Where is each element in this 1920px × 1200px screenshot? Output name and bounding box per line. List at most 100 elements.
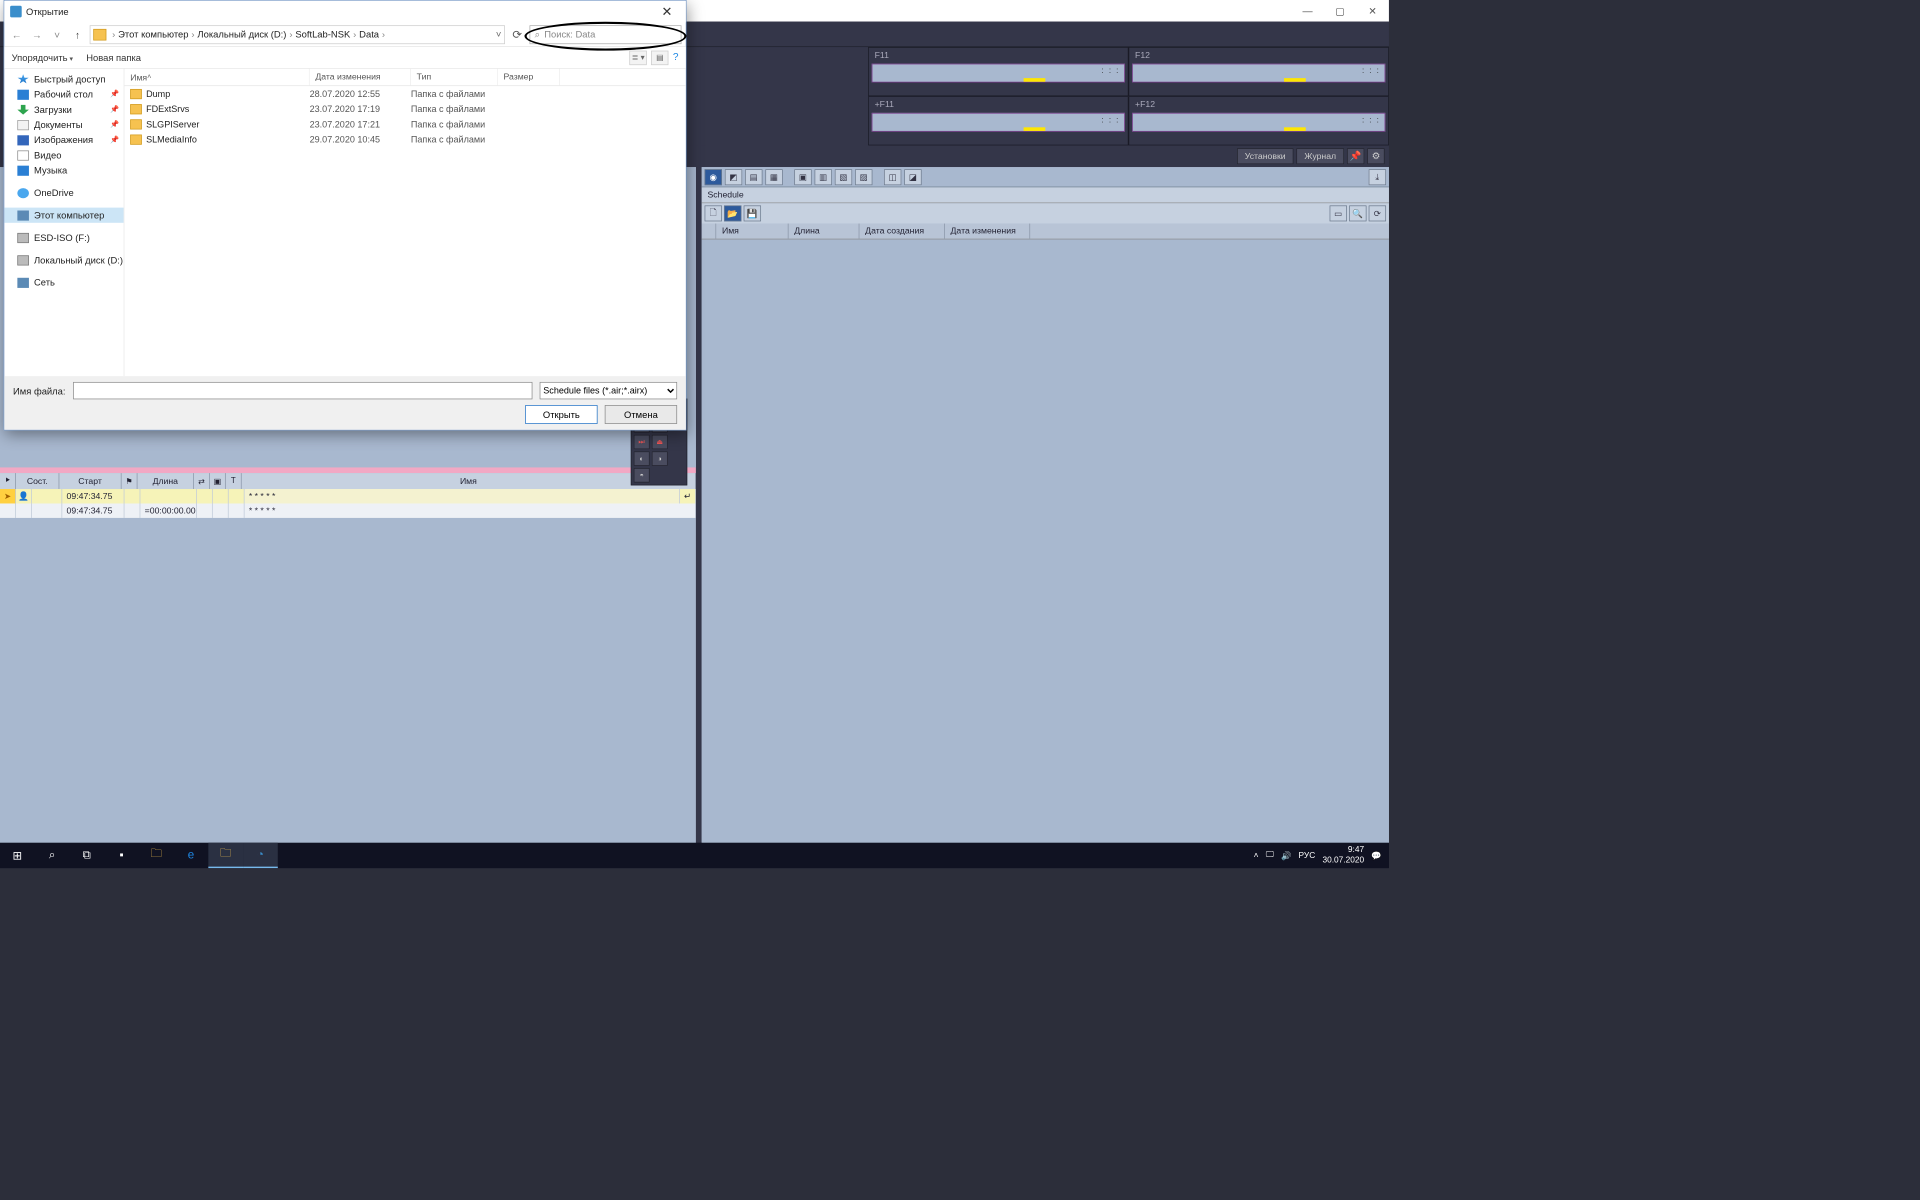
app-maximize-button[interactable]: ▢ bbox=[1324, 0, 1357, 22]
tl-col-flag1[interactable]: ⚑ bbox=[122, 473, 138, 489]
skip-icon[interactable]: ⏭ bbox=[634, 435, 650, 449]
filetype-select[interactable]: Schedule files (*.air;*.airx) bbox=[540, 382, 677, 399]
list-row[interactable]: SLMediaInfo29.07.2020 10:45Папка с файла… bbox=[124, 132, 685, 147]
taskbar-app-icon[interactable]: ◔ bbox=[243, 843, 278, 868]
tree-item[interactable]: Музыка bbox=[4, 163, 123, 178]
tree-item[interactable]: Документы📌 bbox=[4, 117, 123, 132]
tree-item[interactable]: ESD-ISO (F:) bbox=[4, 230, 123, 245]
f11-cell[interactable]: F11 bbox=[868, 47, 1128, 96]
tl-col-start[interactable]: Старт bbox=[59, 473, 121, 489]
taskbar-search-icon[interactable]: ⌕ bbox=[35, 843, 70, 868]
schedule-col-modified[interactable]: Дата изменения bbox=[945, 224, 1030, 239]
crumb-dropdown-icon[interactable]: ˅ bbox=[496, 29, 501, 40]
app-close-button[interactable]: ✕ bbox=[1356, 0, 1389, 22]
schedule-col-name[interactable]: Имя bbox=[716, 224, 788, 239]
pf12-cell[interactable]: +F12 bbox=[1129, 96, 1389, 145]
sched-tool2-icon[interactable]: ▥ bbox=[815, 169, 832, 185]
tree-item[interactable]: Быстрый доступ bbox=[4, 72, 123, 87]
tree-item[interactable]: Сеть bbox=[4, 275, 123, 290]
sched-collapse-icon[interactable]: ⤓ bbox=[1369, 169, 1386, 185]
tray-monitor-icon[interactable]: 🖵 bbox=[1266, 851, 1274, 860]
tl-col-name[interactable]: Имя bbox=[242, 473, 696, 489]
nav-forward-button[interactable]: → bbox=[29, 26, 45, 42]
dialog-titlebar[interactable]: Открытие ✕ bbox=[4, 1, 685, 23]
newfolder-button[interactable]: Новая папка bbox=[86, 52, 141, 63]
pf11-clip-bar[interactable] bbox=[872, 113, 1125, 132]
f11-clip-bar[interactable] bbox=[872, 64, 1125, 83]
sched-tool1-icon[interactable]: ▣ bbox=[794, 169, 811, 185]
journal-button[interactable]: Журнал bbox=[1296, 148, 1344, 164]
sched-view4-icon[interactable]: ▦ bbox=[765, 169, 782, 185]
tl-row-return-icon[interactable]: ↵ bbox=[680, 489, 696, 503]
task-view-icon[interactable]: ⧉ bbox=[69, 843, 104, 868]
nav-back-button[interactable]: ← bbox=[9, 26, 25, 42]
tl-col-t-icon[interactable]: T bbox=[226, 473, 242, 489]
list-row[interactable]: Dump28.07.2020 12:55Папка с файлами bbox=[124, 86, 685, 101]
taskbar-explorer-icon[interactable]: 🗀 bbox=[139, 843, 174, 868]
sched-new-icon[interactable]: 🗋 bbox=[705, 205, 722, 221]
tl-col-status[interactable]: Сост. bbox=[16, 473, 59, 489]
tray-volume-icon[interactable]: 🔊 bbox=[1281, 850, 1291, 860]
misc2-icon[interactable]: ◑ bbox=[652, 451, 668, 465]
start-button[interactable]: ⊞ bbox=[0, 843, 35, 868]
pf12-clip-bar[interactable] bbox=[1132, 113, 1385, 132]
list-row[interactable]: FDExtSrvs23.07.2020 17:19Папка с файлами bbox=[124, 101, 685, 116]
view-mode-button[interactable]: ≣ ▾ bbox=[630, 50, 647, 64]
settings-button[interactable]: Установки bbox=[1237, 148, 1294, 164]
pf11-cell[interactable]: +F11 bbox=[868, 96, 1128, 145]
tree-item[interactable]: Загрузки📌 bbox=[4, 102, 123, 117]
f12-cell[interactable]: F12 bbox=[1129, 47, 1389, 96]
sched-open-icon[interactable]: 📂 bbox=[724, 205, 741, 221]
col-type[interactable]: Тип bbox=[411, 69, 498, 86]
sched-view2-icon[interactable]: ◩ bbox=[725, 169, 742, 185]
sched-search-icon[interactable]: 🔍 bbox=[1349, 205, 1366, 221]
list-row[interactable]: SLGPIServer23.07.2020 17:21Папка с файла… bbox=[124, 116, 685, 131]
schedule-col-length[interactable]: Длина bbox=[789, 224, 860, 239]
gear-icon[interactable]: ⚙ bbox=[1367, 148, 1384, 164]
col-size[interactable]: Размер bbox=[498, 69, 560, 86]
tl-col-length[interactable]: Длина bbox=[137, 473, 193, 489]
col-name[interactable]: Имя bbox=[124, 69, 309, 86]
taskbar-edge-icon[interactable]: e bbox=[174, 843, 209, 868]
sched-view1-icon[interactable]: ◉ bbox=[705, 169, 722, 185]
tree-item[interactable]: Изображения📌 bbox=[4, 132, 123, 147]
dialog-close-button[interactable]: ✕ bbox=[654, 4, 680, 19]
sched-refresh-icon[interactable]: ⟳ bbox=[1369, 205, 1386, 221]
preview-pane-button[interactable]: ▤ bbox=[651, 50, 668, 64]
misc1-icon[interactable]: ◐ bbox=[634, 451, 650, 465]
tray-clock[interactable]: 9:47 30.07.2020 bbox=[1322, 845, 1364, 865]
eject-icon[interactable]: ⏏ bbox=[652, 435, 668, 449]
col-date[interactable]: Дата изменения bbox=[310, 69, 411, 86]
tree-item[interactable]: OneDrive bbox=[4, 185, 123, 200]
tree-item[interactable]: Видео bbox=[4, 148, 123, 163]
pin-icon[interactable]: 📌 bbox=[1347, 148, 1364, 164]
tree-item[interactable]: Этот компьютер bbox=[4, 208, 123, 223]
tl-col-play-icon[interactable]: ▣ bbox=[210, 473, 226, 489]
sched-tool6-icon[interactable]: ◪ bbox=[904, 169, 921, 185]
sched-page-icon[interactable]: ▭ bbox=[1330, 205, 1347, 221]
breadcrumb[interactable]: › Этот компьютер › Локальный диск (D:) ›… bbox=[90, 25, 505, 44]
timeline-row[interactable]: 09:47:34.75 =00:00:00.00 * * * * * bbox=[0, 503, 696, 517]
nav-up-button[interactable]: ↑ bbox=[69, 26, 85, 42]
crumb-item[interactable]: Этот компьютер bbox=[118, 29, 188, 40]
sched-save-icon[interactable]: 💾 bbox=[744, 205, 761, 221]
crumb-item[interactable]: SoftLab-NSK bbox=[295, 29, 350, 40]
f12-clip-bar[interactable] bbox=[1132, 64, 1385, 83]
sched-tool3-icon[interactable]: ▧ bbox=[835, 169, 852, 185]
tree-item[interactable]: Локальный диск (D:) bbox=[4, 252, 123, 267]
filename-input[interactable] bbox=[73, 382, 533, 399]
open-button[interactable]: Открыть bbox=[525, 405, 597, 424]
tl-col-marker[interactable]: ⯈ bbox=[0, 473, 16, 489]
taskbar-terminal-icon[interactable]: ▪ bbox=[104, 843, 139, 868]
schedule-tab[interactable]: Schedule bbox=[702, 187, 1389, 203]
tl-col-shuffle-icon[interactable]: ⇄ bbox=[194, 473, 210, 489]
tray-lang[interactable]: РУС bbox=[1299, 851, 1316, 860]
misc3-icon[interactable]: ◓ bbox=[634, 468, 650, 482]
taskbar-fileexplorer-icon[interactable]: 🗀 bbox=[208, 843, 243, 868]
tree-item[interactable]: Рабочий стол📌 bbox=[4, 87, 123, 102]
refresh-button[interactable]: ⟳ bbox=[509, 26, 525, 42]
cancel-button[interactable]: Отмена bbox=[605, 405, 677, 424]
sched-tool5-icon[interactable]: ◫ bbox=[884, 169, 901, 185]
crumb-item[interactable]: Data bbox=[359, 29, 379, 40]
organize-menu[interactable]: Упорядочить bbox=[12, 52, 74, 63]
